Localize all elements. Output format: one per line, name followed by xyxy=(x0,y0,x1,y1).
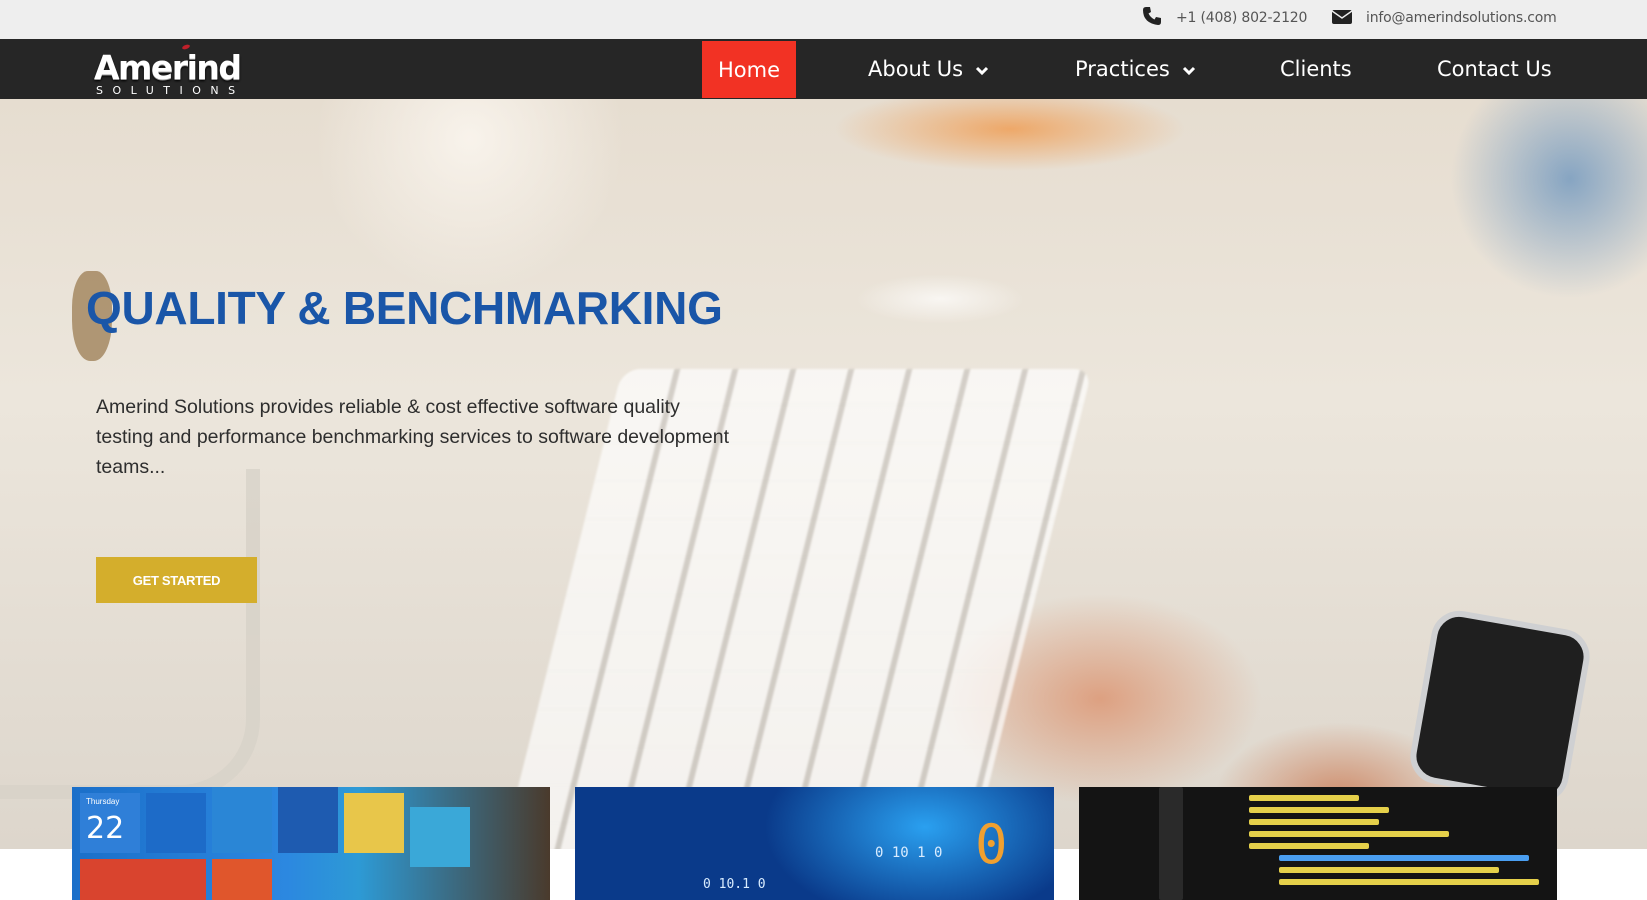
nav-practices[interactable]: Practices xyxy=(1075,39,1196,99)
phone-contact[interactable]: +1 (408) 802-2120 xyxy=(1142,0,1307,36)
nav-practices-label: Practices xyxy=(1075,57,1170,81)
orange-tile xyxy=(212,859,272,900)
code-line xyxy=(1249,831,1449,837)
phone-icon xyxy=(1142,6,1162,30)
app-tile xyxy=(278,787,338,853)
top-contact-bar: +1 (408) 802-2120 info@amerindsolutions.… xyxy=(0,0,1647,39)
red-tile xyxy=(80,859,206,900)
feature-card-code[interactable] xyxy=(1079,787,1557,900)
get-started-button[interactable]: GET STARTED xyxy=(96,557,257,603)
logo-wordmark: Amerind xyxy=(94,48,242,87)
nav-home-label: Home xyxy=(717,57,780,82)
code-line xyxy=(1279,879,1539,885)
yellow-tile xyxy=(344,793,404,853)
binary-text-small: 0 10.1 0 xyxy=(703,877,766,892)
chevron-down-icon xyxy=(1182,57,1196,81)
feature-card-data[interactable]: 0 10 1 0 0 10.1 0 0 xyxy=(575,787,1054,900)
mail-tile xyxy=(146,793,206,853)
hero-description: Amerind Solutions provides reliable & co… xyxy=(96,396,729,478)
code-line xyxy=(1249,807,1389,813)
nav-home[interactable]: Home xyxy=(702,41,796,98)
code-line xyxy=(1249,795,1359,801)
binary-big-digit: 0 xyxy=(975,813,1008,876)
feature-card-apps[interactable]: Thursday 22 xyxy=(72,787,550,900)
hero-banner: QUALITY & BENCHMARKING Amerind Solutions… xyxy=(0,99,1647,849)
calendar-tile-day: Thursday xyxy=(86,797,120,806)
logo-tagline: SOLUTIONS xyxy=(96,84,245,97)
nav-about-us-label: About Us xyxy=(868,57,964,81)
main-navbar: Amerind SOLUTIONS Home About Us Practice… xyxy=(0,39,1647,99)
nav-contact-us[interactable]: Contact Us xyxy=(1437,39,1552,99)
calendar-tile: Thursday 22 xyxy=(80,793,140,853)
code-gutter xyxy=(1159,787,1183,900)
nav-about-us[interactable]: About Us xyxy=(868,39,989,99)
code-line xyxy=(1249,819,1379,825)
nav-clients-label: Clients xyxy=(1280,57,1352,81)
weather-tile xyxy=(212,787,272,853)
code-line xyxy=(1279,867,1499,873)
phone-number[interactable]: +1 (408) 802-2120 xyxy=(1176,10,1307,26)
email-contact[interactable]: info@amerindsolutions.com xyxy=(1331,0,1557,36)
hero-bg-laptop xyxy=(0,469,260,799)
code-line xyxy=(1279,855,1529,861)
cyan-tile xyxy=(410,807,470,867)
envelope-icon xyxy=(1331,8,1353,28)
email-address[interactable]: info@amerindsolutions.com xyxy=(1366,10,1557,26)
nav-contact-us-label: Contact Us xyxy=(1437,57,1552,81)
site-logo[interactable]: Amerind SOLUTIONS xyxy=(92,41,252,97)
hero-title: QUALITY & BENCHMARKING xyxy=(86,282,723,334)
chevron-down-icon xyxy=(975,57,989,81)
nav-clients[interactable]: Clients xyxy=(1280,39,1352,99)
hero-bg-watch xyxy=(1406,606,1594,807)
calendar-tile-date: 22 xyxy=(86,811,125,846)
code-line xyxy=(1249,843,1369,849)
binary-text: 0 10 1 0 xyxy=(875,845,943,861)
